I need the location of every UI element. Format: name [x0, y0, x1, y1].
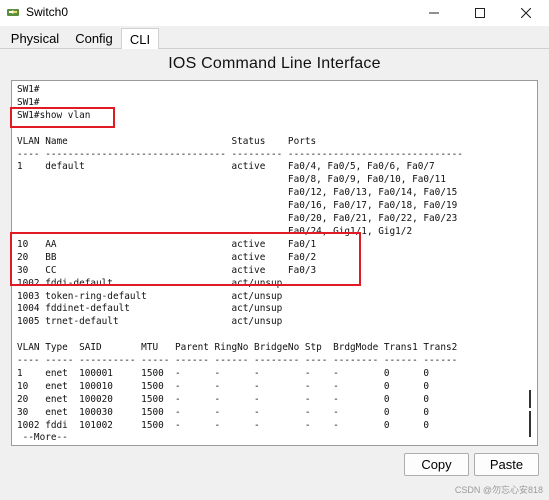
- terminal-line: Fa0/20, Fa0/21, Fa0/22, Fa0/23: [17, 213, 458, 225]
- terminal-line: 10 enet 100010 1500 - - - - - 0 0: [17, 380, 430, 392]
- terminal-line: 1003 token-ring-default act/unsup: [17, 290, 283, 302]
- paste-button[interactable]: Paste: [474, 453, 539, 476]
- switch-icon: [6, 5, 20, 19]
- terminal-line: VLAN Type SAID MTU Parent RingNo BridgeN…: [17, 342, 458, 354]
- scrollbar-thumb[interactable]: [529, 411, 531, 437]
- title-bar: Switch0: [0, 0, 549, 26]
- scrollbar-thumb[interactable]: [529, 390, 531, 408]
- watermark: CSDN @勿忘心安818: [454, 485, 543, 495]
- terminal-line: ---- -------------------------------- --…: [17, 148, 463, 160]
- minimize-icon: [429, 12, 439, 14]
- terminal-line: ---- ----- ---------- ----- ------ -----…: [17, 355, 458, 367]
- maximize-icon: [475, 8, 485, 18]
- terminal-line: 1005 trnet-default act/unsup: [17, 316, 283, 328]
- minimize-button[interactable]: [411, 0, 457, 26]
- tab-strip: Physical Config CLI: [0, 26, 549, 50]
- tab-physical[interactable]: Physical: [4, 29, 66, 48]
- terminal-scrollbar[interactable]: [526, 82, 536, 444]
- terminal-line: 1004 fddinet-default act/unsup: [17, 303, 283, 315]
- terminal-line: VLAN Name Status Ports: [17, 135, 317, 147]
- maximize-button[interactable]: [457, 0, 503, 26]
- terminal-line: 20 enet 100020 1500 - - - - - 0 0: [17, 393, 430, 405]
- tab-cli[interactable]: CLI: [121, 28, 159, 50]
- close-icon: [521, 8, 531, 18]
- page-title: IOS Command Line Interface: [168, 55, 381, 72]
- terminal-line: SW1#: [17, 84, 40, 95]
- terminal-line: Fa0/16, Fa0/17, Fa0/18, Fa0/19: [17, 200, 458, 212]
- terminal-line: Fa0/12, Fa0/13, Fa0/14, Fa0/15: [17, 187, 458, 199]
- tab-config[interactable]: Config: [66, 29, 122, 48]
- terminal-line: 1 default active Fa0/4, Fa0/5, Fa0/6, Fa…: [17, 161, 435, 173]
- command-highlight-box: [10, 107, 115, 128]
- terminal-line: 30 enet 100030 1500 - - - - - 0 0: [17, 406, 430, 418]
- close-button[interactable]: [503, 0, 549, 26]
- copy-button[interactable]: Copy: [404, 453, 469, 476]
- terminal-line: Fa0/8, Fa0/9, Fa0/10, Fa0/11: [17, 174, 446, 186]
- window-title: Switch0: [26, 5, 69, 19]
- terminal-line: 1 enet 100001 1500 - - - - - 0 0: [17, 367, 430, 379]
- terminal-line: --More--: [17, 432, 68, 444]
- vlan-highlight-box: [10, 232, 361, 286]
- terminal-line: 1002 fddi 101002 1500 - - - - - 0 0: [17, 419, 430, 431]
